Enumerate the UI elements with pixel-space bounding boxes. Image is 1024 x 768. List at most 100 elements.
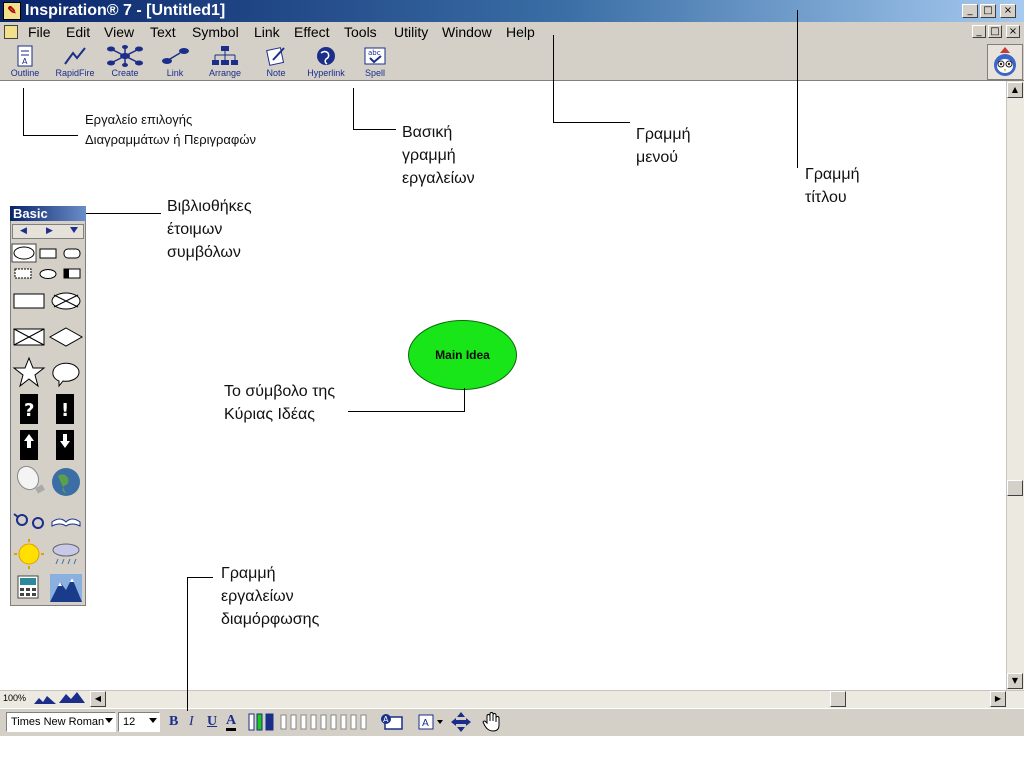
annotation-line-menu-h: [553, 122, 630, 123]
doc-close-button[interactable]: ×: [1006, 25, 1020, 38]
assistant-button[interactable]: [987, 44, 1023, 80]
menu-link[interactable]: Link: [254, 22, 280, 42]
annotation-line-format-h: [187, 577, 213, 578]
annotation-menu-line1: Γραμμή: [636, 126, 691, 143]
rectangle-symbol: [39, 248, 57, 259]
vertical-scroll-thumb[interactable]: [1007, 480, 1023, 496]
mountain-large-icon: [59, 692, 85, 703]
annotation-palette-line2: έτοιμων: [167, 221, 223, 238]
zoom-in-button[interactable]: [58, 690, 86, 709]
close-button[interactable]: ×: [1000, 4, 1016, 18]
annotation-main-idea-line2: Κύριας Ιδέας: [224, 406, 315, 423]
annotation-line-palette: [86, 213, 161, 214]
text-color-button[interactable]: A: [226, 714, 237, 731]
menu-help[interactable]: Help: [506, 22, 535, 42]
annotation-palette-line1: Βιβλιοθήκες: [167, 198, 252, 215]
menu-file[interactable]: File: [28, 22, 51, 42]
text-style-button[interactable]: A: [418, 713, 446, 736]
line-style-buttons[interactable]: [248, 713, 368, 736]
hyperlink-label: Hyperlink: [307, 68, 345, 78]
scroll-down-button[interactable]: ▼: [1007, 673, 1023, 689]
palette-symbols[interactable]: ? !: [10, 240, 86, 606]
move-button[interactable]: [450, 711, 472, 738]
minimize-button[interactable]: _: [962, 4, 978, 18]
annotation-toolbar-line1: Βασική: [402, 124, 453, 141]
palette-title[interactable]: Basic: [10, 206, 86, 221]
symbol-style-button[interactable]: A: [380, 713, 404, 736]
rounded-rect-symbol: [63, 248, 81, 259]
create-icon: [107, 45, 143, 67]
annotation-title-line2: τίτλου: [805, 189, 847, 206]
document-icon[interactable]: [4, 25, 18, 39]
horizontal-scrollbar[interactable]: [0, 690, 1024, 708]
annotation-toolbar-line3: εργαλείων: [402, 170, 475, 187]
speech-bubble-symbol: [52, 362, 80, 388]
menu-edit[interactable]: Edit: [66, 22, 90, 42]
font-value: Times New Roman: [11, 716, 105, 728]
annotation-line-outline-h: [23, 135, 78, 136]
menu-utility[interactable]: Utility: [394, 22, 428, 42]
menu-window[interactable]: Window: [442, 22, 492, 42]
rapidfire-icon: [64, 47, 86, 65]
annotation-toolbar-line2: γραμμή: [402, 147, 456, 164]
link-button[interactable]: Link: [152, 44, 198, 80]
glasses-symbol: [16, 514, 28, 526]
vertical-scrollbar[interactable]: [1006, 81, 1024, 690]
menu-effect[interactable]: Effect: [294, 22, 330, 42]
scroll-left-button[interactable]: ◀: [90, 691, 106, 707]
outline-button[interactable]: A Outline: [2, 44, 48, 80]
svg-text:A: A: [422, 718, 429, 729]
doc-minimize-button[interactable]: _: [972, 25, 986, 38]
menu-symbol[interactable]: Symbol: [192, 22, 239, 42]
hand-tool-button[interactable]: [482, 711, 502, 738]
annotation-menu-line2: μενού: [636, 149, 678, 166]
main-idea-symbol[interactable]: Main Idea: [408, 320, 517, 390]
hyperlink-button[interactable]: Hyperlink: [303, 44, 349, 80]
note-button[interactable]: Note: [253, 44, 299, 80]
palette-menu-icon[interactable]: [70, 227, 78, 233]
small-oval-symbol: [39, 269, 57, 279]
dropdown-arrow-icon: [105, 718, 113, 723]
star-symbol: [12, 356, 46, 388]
zoom-level[interactable]: 100%: [3, 692, 26, 704]
font-size-select[interactable]: 12: [118, 712, 160, 732]
link-label: Link: [166, 68, 184, 78]
arrange-label: Arrange: [208, 68, 242, 78]
doc-restore-button[interactable]: □: [988, 25, 1002, 38]
spell-label: Spell: [364, 68, 385, 78]
maximize-button[interactable]: □: [980, 4, 996, 18]
menu-text[interactable]: Text: [150, 22, 176, 42]
annotation-line-main-idea: [464, 388, 465, 411]
italic-button[interactable]: I: [189, 714, 194, 730]
annotation-main-idea-line1: Το σύμβολο της: [224, 383, 336, 400]
menu-view[interactable]: View: [104, 22, 134, 42]
underline-button[interactable]: U: [207, 714, 217, 730]
annotation-palette-line3: συμβόλων: [167, 244, 241, 261]
move-arrows-icon: [451, 712, 471, 732]
arrange-button[interactable]: Arrange: [202, 44, 248, 80]
rapidfire-button[interactable]: RapidFire: [52, 44, 98, 80]
annotation-line-toolbar-h: [353, 129, 396, 130]
book-symbol: [51, 518, 81, 527]
svg-text:A: A: [383, 715, 389, 724]
outline-label: Outline: [10, 68, 40, 78]
line-style-icon: [248, 713, 367, 731]
palette-next-button[interactable]: ▶: [46, 226, 53, 236]
font-select[interactable]: Times New Roman: [6, 712, 116, 732]
app-icon[interactable]: ✎: [3, 2, 21, 20]
oval-symbol: [13, 246, 35, 260]
svg-text:abc: abc: [368, 49, 381, 57]
scroll-right-button[interactable]: ▶: [990, 691, 1006, 707]
create-button[interactable]: Create: [102, 44, 148, 80]
annotation-outline-line1: Εργαλείο επιλογής: [85, 112, 193, 127]
arrange-icon: [212, 46, 238, 65]
menu-tools[interactable]: Tools: [344, 22, 377, 42]
scroll-up-button[interactable]: ▲: [1007, 82, 1023, 98]
bold-button[interactable]: B: [169, 714, 178, 730]
horizontal-scroll-thumb[interactable]: [830, 691, 846, 707]
palette-prev-button[interactable]: ◀: [20, 226, 27, 236]
spell-button[interactable]: abc Spell: [352, 44, 398, 80]
large-rect-symbol: [13, 293, 45, 309]
text-frame-icon: A: [381, 714, 403, 730]
font-size-value: 12: [123, 716, 136, 728]
